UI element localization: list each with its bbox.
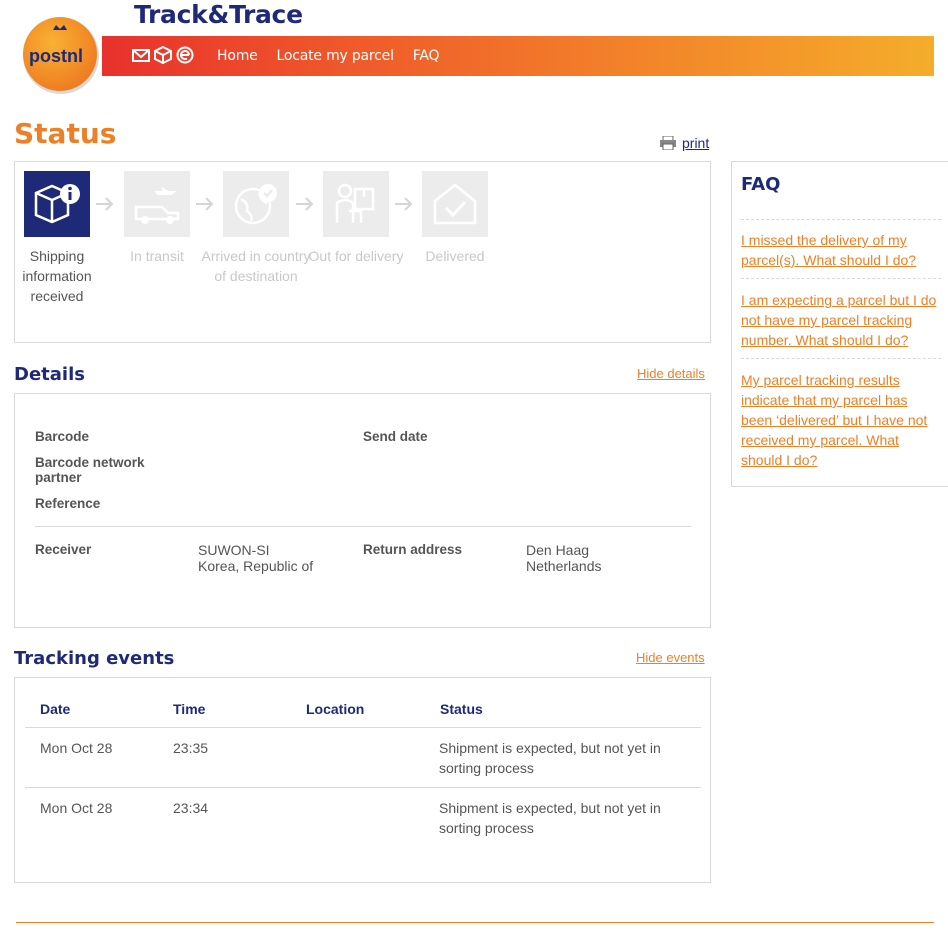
- box-info-icon: [34, 184, 80, 224]
- nav-home[interactable]: Home: [217, 48, 258, 64]
- row-2-status: Shipment is expected, but not yet in sor…: [439, 800, 661, 836]
- step-label: Delivered: [425, 248, 485, 264]
- send-date-label: Send date: [363, 429, 428, 444]
- hide-events-link[interactable]: Hide events: [636, 650, 705, 665]
- faq-item-not-received[interactable]: My parcel tracking results indicate that…: [741, 370, 941, 470]
- step-label: Arrived in country of destination: [201, 248, 311, 284]
- network-partner-label: Barcode network partner: [35, 455, 145, 485]
- arrow-right-icon: [296, 197, 314, 211]
- details-divider: [35, 526, 691, 527]
- hide-details-link[interactable]: Hide details: [637, 366, 705, 381]
- nav-bar: Home Locate my parcel FAQ: [102, 36, 934, 76]
- globe-check-icon: [234, 184, 277, 225]
- return-city: Den Haag: [526, 542, 590, 558]
- faq-divider: [741, 219, 941, 220]
- row-1-time: 23:35: [173, 740, 209, 756]
- logo-text: postnl: [29, 46, 83, 66]
- page-title: Status: [14, 117, 117, 150]
- details-panel: Barcode Send date Barcode network partne…: [14, 393, 711, 628]
- faq-title: FAQ: [741, 174, 781, 195]
- step-label: In transit: [130, 248, 184, 264]
- mail-icon[interactable]: [132, 46, 150, 64]
- barcode-label: Barcode: [35, 429, 90, 444]
- status-progress-panel: Shipping information received In transit: [14, 161, 711, 343]
- receiver-country: Korea, Republic of: [198, 558, 314, 574]
- row-divider: [25, 787, 701, 788]
- row-2-date: Mon Oct 28: [40, 800, 113, 816]
- faq-panel: FAQ I missed the delivery of my parcel(s…: [731, 161, 948, 487]
- printer-icon: [660, 136, 676, 150]
- column-header-status: Status: [440, 701, 483, 717]
- e-commerce-icon[interactable]: [176, 46, 194, 64]
- row-2-time: 23:34: [173, 800, 209, 816]
- faq-item-no-tracking-number[interactable]: I am expecting a parcel but I do not hav…: [741, 290, 941, 350]
- step-in-transit: In transit: [124, 171, 190, 264]
- arrow-right-icon: [196, 197, 214, 211]
- house-check-icon: [433, 183, 477, 225]
- arrow-right-icon: [395, 197, 413, 211]
- step-delivered: Delivered: [422, 171, 488, 264]
- van-plane-icon: [134, 187, 180, 224]
- arrow-right-icon: [96, 197, 114, 211]
- app-title: Track&Trace: [134, 0, 303, 29]
- postnl-logo[interactable]: postnl: [20, 14, 102, 96]
- step-label: Out for delivery: [308, 248, 404, 264]
- column-header-location: Location: [306, 701, 365, 717]
- step-out-for-delivery: Out for delivery: [309, 171, 403, 264]
- receiver-city: SUWON-SI: [198, 542, 270, 558]
- parcel-icon[interactable]: [154, 46, 172, 64]
- receiver-label: Receiver: [35, 542, 92, 557]
- details-title: Details: [14, 364, 85, 385]
- faq-divider: [741, 358, 941, 359]
- step-label: Shipping information received: [22, 248, 92, 304]
- return-address-label: Return address: [363, 542, 463, 557]
- footer-divider: [16, 922, 934, 923]
- row-1-status: Shipment is expected, but not yet in sor…: [439, 740, 661, 776]
- step-shipping-info: Shipping information received: [22, 171, 92, 304]
- step-arrived-destination: Arrived in country of destination: [202, 171, 310, 284]
- column-header-time: Time: [173, 701, 206, 717]
- row-1-date: Mon Oct 28: [40, 740, 113, 756]
- return-country: Netherlands: [526, 558, 602, 574]
- courier-icon: [335, 183, 375, 223]
- tracking-events-table: Date Time Location Status Mon Oct 28 23:…: [14, 677, 711, 883]
- faq-item-missed-delivery[interactable]: I missed the delivery of my parcel(s). W…: [741, 230, 941, 270]
- faq-divider: [741, 278, 941, 279]
- row-divider: [25, 727, 701, 728]
- nav-faq[interactable]: FAQ: [413, 48, 440, 64]
- reference-label: Reference: [35, 496, 101, 511]
- nav-locate-parcel[interactable]: Locate my parcel: [277, 48, 394, 64]
- tracking-title: Tracking events: [14, 648, 175, 669]
- print-label: print: [682, 135, 710, 151]
- print-button[interactable]: print: [660, 135, 709, 151]
- column-header-date: Date: [40, 701, 71, 717]
